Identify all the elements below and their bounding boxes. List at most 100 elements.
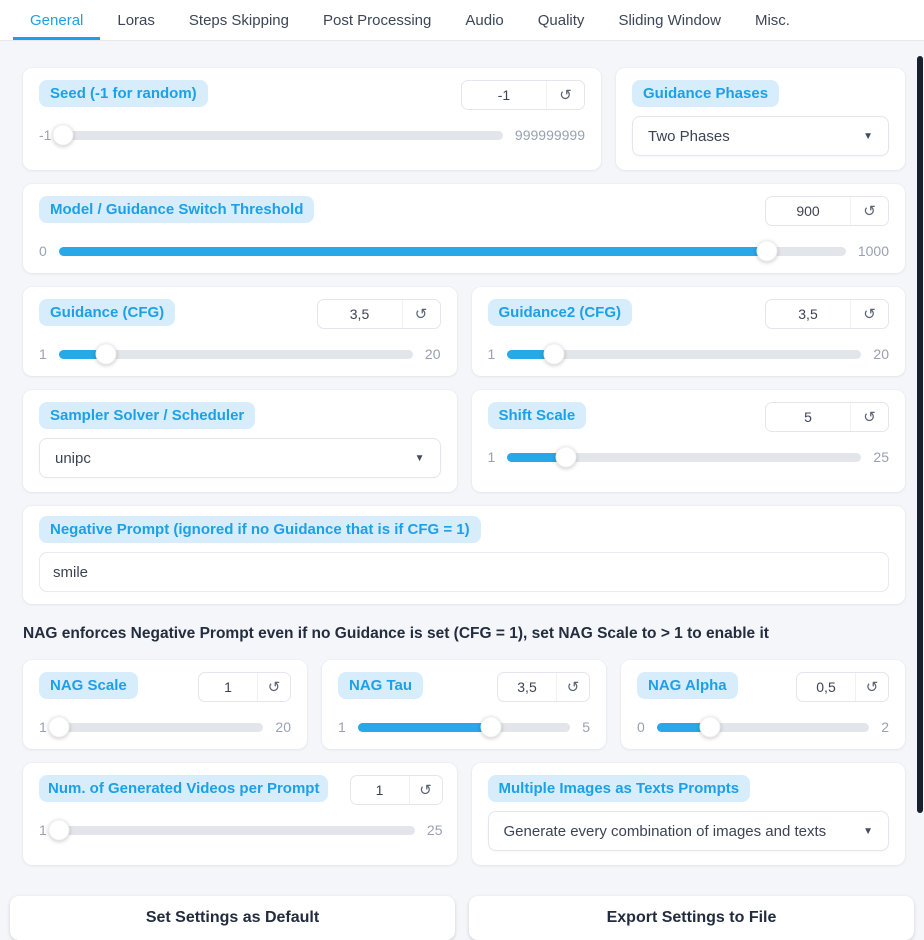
- switch-threshold-card: Model / Guidance Switch Threshold ↺ 0 10…: [23, 184, 905, 273]
- guidance-phases-value: Two Phases: [648, 127, 730, 145]
- sampler-dropdown[interactable]: unipc ▼: [39, 438, 441, 478]
- multi-images-value: Generate every combination of images and…: [503, 822, 827, 840]
- guidance-max-label: 20: [424, 346, 441, 362]
- sampler-value: unipc: [55, 449, 91, 467]
- tab-post-processing[interactable]: Post Processing: [306, 0, 448, 40]
- scrollbar-thumb[interactable]: [917, 56, 923, 813]
- guidance2-slider-handle[interactable]: [543, 343, 565, 365]
- scrollbar-track[interactable]: [916, 41, 924, 901]
- num-videos-input-group: ↺: [349, 775, 443, 805]
- guidance-reset-button[interactable]: ↺: [401, 300, 440, 328]
- settings-content: Seed (-1 for random) ↺ -1 999999999: [0, 41, 924, 865]
- switch-threshold-input[interactable]: [766, 197, 850, 225]
- guidance2-input[interactable]: [766, 300, 850, 328]
- num-videos-input[interactable]: [350, 776, 409, 804]
- tab-steps-skipping[interactable]: Steps Skipping: [172, 0, 306, 40]
- nag-scale-reset-button[interactable]: ↺: [257, 673, 290, 701]
- guidance2-min-label: 1: [487, 346, 496, 362]
- tab-misc[interactable]: Misc.: [738, 0, 807, 40]
- nag-tau-reset-button[interactable]: ↺: [556, 673, 589, 701]
- shift-scale-slider-handle[interactable]: [555, 446, 577, 468]
- nag-tau-card: NAG Tau ↺ 1 5: [322, 660, 606, 749]
- tab-loras[interactable]: Loras: [100, 0, 172, 40]
- guidance-label: Guidance (CFG): [39, 299, 176, 326]
- nag-scale-input[interactable]: [199, 673, 257, 701]
- reset-icon: ↺: [865, 678, 879, 696]
- guidance-phases-dropdown[interactable]: Two Phases ▼: [632, 116, 889, 156]
- shift-scale-input[interactable]: [766, 403, 850, 431]
- shift-scale-card: Shift Scale ↺ 1 25: [471, 390, 905, 492]
- shift-scale-input-group: ↺: [765, 402, 889, 432]
- switch-threshold-slider-fill: [58, 246, 768, 256]
- nag-tau-slider[interactable]: [357, 716, 571, 738]
- num-videos-max-label: 25: [426, 822, 443, 838]
- seed-label: Seed (-1 for random): [39, 80, 208, 107]
- multi-images-dropdown[interactable]: Generate every combination of images and…: [487, 811, 889, 851]
- guidance-phases-label: Guidance Phases: [632, 80, 780, 107]
- general-settings-page: General Loras Steps Skipping Post Proces…: [0, 0, 924, 940]
- guidance2-reset-button[interactable]: ↺: [850, 300, 888, 328]
- switch-threshold-slider-handle[interactable]: [756, 240, 778, 262]
- reset-icon: ↺: [559, 86, 572, 104]
- export-settings-button[interactable]: Export Settings to File: [469, 896, 914, 940]
- num-videos-reset-button[interactable]: ↺: [408, 776, 442, 804]
- seed-slider[interactable]: [52, 124, 503, 146]
- num-videos-label: Num. of Generated Videos per Prompt: [39, 775, 329, 802]
- tab-sliding-window[interactable]: Sliding Window: [601, 0, 738, 40]
- guidance-slider[interactable]: [58, 343, 413, 365]
- seed-min-label: -1: [39, 127, 52, 143]
- guidance-input-group: ↺: [316, 299, 441, 329]
- switch-threshold-min-label: 0: [39, 243, 47, 259]
- guidance-input[interactable]: [317, 300, 402, 328]
- num-videos-slider-handle[interactable]: [48, 819, 70, 841]
- tab-bar: General Loras Steps Skipping Post Proces…: [0, 0, 924, 41]
- switch-threshold-slider[interactable]: [58, 240, 846, 262]
- guidance2-slider[interactable]: [507, 343, 862, 365]
- sampler-label: Sampler Solver / Scheduler: [39, 402, 256, 429]
- negative-prompt-box: [39, 552, 889, 592]
- nag-scale-slider[interactable]: [48, 716, 264, 738]
- negative-prompt-label: Negative Prompt (ignored if no Guidance …: [39, 516, 481, 543]
- nag-alpha-input[interactable]: [797, 673, 855, 701]
- nag-tau-input-group: ↺: [497, 672, 590, 702]
- num-videos-slider[interactable]: [48, 819, 415, 841]
- seed-input[interactable]: [462, 81, 546, 109]
- nag-scale-slider-handle[interactable]: [48, 716, 70, 738]
- nag-scale-input-group: ↺: [198, 672, 291, 702]
- switch-threshold-reset-button[interactable]: ↺: [850, 197, 888, 225]
- nag-scale-card: NAG Scale ↺ 1 20: [23, 660, 307, 749]
- shift-scale-slider[interactable]: [507, 446, 862, 468]
- reset-icon: ↺: [267, 678, 281, 696]
- reset-icon: ↺: [414, 305, 428, 323]
- guidance2-label: Guidance2 (CFG): [487, 299, 633, 326]
- reset-icon: ↺: [863, 305, 876, 323]
- guidance-phases-card: Guidance Phases Two Phases ▼: [616, 68, 905, 170]
- nag-alpha-slider-handle[interactable]: [699, 716, 721, 738]
- tab-general[interactable]: General: [13, 0, 100, 40]
- tab-quality[interactable]: Quality: [521, 0, 602, 40]
- nag-tau-input[interactable]: [498, 673, 556, 701]
- switch-threshold-input-group: ↺: [765, 196, 889, 226]
- shift-scale-min-label: 1: [487, 449, 496, 465]
- nag-note: NAG enforces Negative Prompt even if no …: [23, 625, 769, 642]
- multi-images-label: Multiple Images as Texts Prompts: [487, 775, 751, 802]
- nag-tau-slider-handle[interactable]: [480, 716, 502, 738]
- nag-tau-min-label: 1: [338, 719, 346, 735]
- seed-slider-handle[interactable]: [52, 124, 74, 146]
- shift-scale-label: Shift Scale: [487, 402, 587, 429]
- nag-alpha-reset-button[interactable]: ↺: [855, 673, 888, 701]
- nag-alpha-slider[interactable]: [656, 716, 870, 738]
- reset-icon: ↺: [863, 202, 876, 220]
- guidance-min-label: 1: [39, 346, 47, 362]
- sampler-card: Sampler Solver / Scheduler unipc ▼: [23, 390, 457, 492]
- num-videos-min-label: 1: [39, 822, 47, 838]
- num-videos-card: Num. of Generated Videos per Prompt ↺ 1 …: [23, 763, 457, 865]
- negative-prompt-input[interactable]: [51, 562, 877, 582]
- seed-card: Seed (-1 for random) ↺ -1 999999999: [23, 68, 601, 170]
- guidance-slider-handle[interactable]: [95, 343, 117, 365]
- set-default-button[interactable]: Set Settings as Default: [10, 896, 455, 940]
- tab-audio[interactable]: Audio: [448, 0, 520, 40]
- shift-scale-reset-button[interactable]: ↺: [850, 403, 888, 431]
- guidance2-input-group: ↺: [765, 299, 889, 329]
- seed-reset-button[interactable]: ↺: [546, 81, 584, 109]
